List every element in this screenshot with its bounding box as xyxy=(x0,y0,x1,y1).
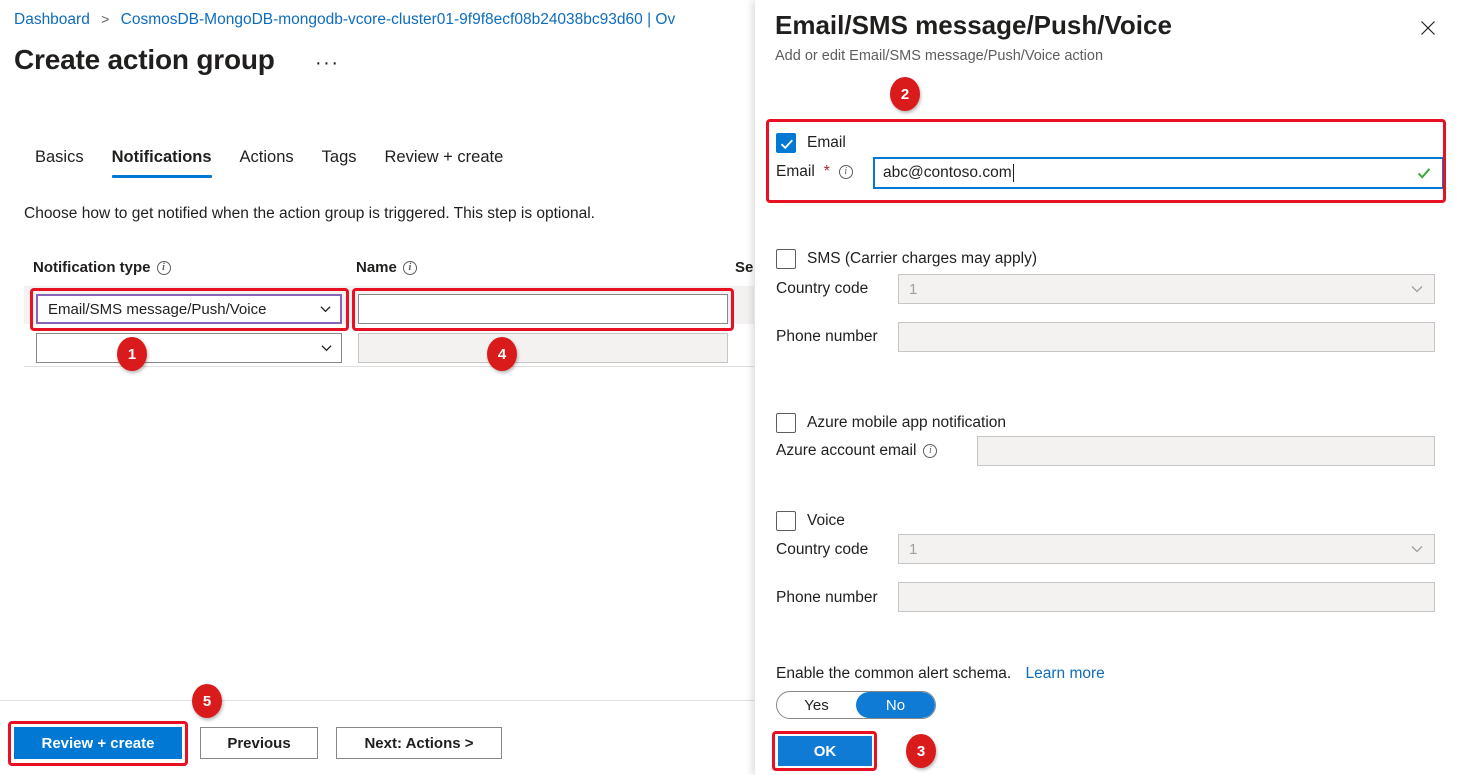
sms-country-code-label: Country code xyxy=(776,280,868,298)
email-checkbox[interactable] xyxy=(776,133,796,153)
sms-checkbox-row[interactable]: SMS (Carrier charges may apply) xyxy=(776,249,1037,269)
notification-type-select-value: Email/SMS message/Push/Voice xyxy=(48,301,266,318)
common-alert-schema-text: Enable the common alert schema. xyxy=(776,665,1011,682)
toggle-option-yes[interactable]: Yes xyxy=(777,692,856,718)
voice-phone-number-label: Phone number xyxy=(776,589,878,607)
column-header-notification-type: Notification type i xyxy=(33,259,171,276)
sms-country-code-value: 1 xyxy=(909,281,917,298)
azure-account-email-input xyxy=(977,436,1435,466)
close-icon[interactable] xyxy=(1413,13,1443,43)
next-actions-button[interactable]: Next: Actions > xyxy=(336,727,502,759)
common-alert-schema-toggle[interactable]: Yes No xyxy=(776,691,936,719)
email-input-value: abc@contoso.com xyxy=(883,164,1012,182)
chevron-down-icon xyxy=(1411,543,1423,555)
sms-checkbox[interactable] xyxy=(776,249,796,269)
voice-checkbox-label: Voice xyxy=(807,512,845,530)
text-caret xyxy=(1013,164,1014,182)
voice-checkbox[interactable] xyxy=(776,511,796,531)
info-icon[interactable]: i xyxy=(157,261,171,275)
ok-button[interactable]: OK xyxy=(778,736,872,766)
tab-actions[interactable]: Actions xyxy=(226,148,308,178)
page-title: Create action group xyxy=(14,44,275,76)
row-divider xyxy=(24,366,754,367)
tab-notifications[interactable]: Notifications xyxy=(98,148,226,178)
previous-button[interactable]: Previous xyxy=(200,727,318,759)
create-action-group-pane: Dashboard > CosmosDB-MongoDB-mongodb-vco… xyxy=(0,0,754,775)
tab-description: Choose how to get notified when the acti… xyxy=(24,205,595,223)
info-icon[interactable]: i xyxy=(923,444,937,458)
tab-tags[interactable]: Tags xyxy=(308,148,371,178)
required-marker: * xyxy=(824,163,830,181)
more-options-icon[interactable]: ··· xyxy=(315,52,339,75)
app-root: Dashboard > CosmosDB-MongoDB-mongodb-vco… xyxy=(0,0,1457,775)
notification-type-select[interactable]: Email/SMS message/Push/Voice xyxy=(36,294,342,324)
breadcrumb-separator-icon: > xyxy=(101,11,109,27)
email-checkbox-label: Email xyxy=(807,134,846,152)
column-header-selected-truncated: Se xyxy=(735,259,753,276)
voice-country-code-select: 1 xyxy=(898,534,1435,564)
voice-phone-number-input xyxy=(898,582,1435,612)
voice-country-code-label: Country code xyxy=(776,541,868,559)
azure-account-email-label-text: Azure account email xyxy=(776,442,916,460)
email-input[interactable]: abc@contoso.com xyxy=(873,157,1444,189)
breadcrumb-item-resource[interactable]: CosmosDB-MongoDB-mongodb-vcore-cluster01… xyxy=(121,11,676,28)
column-header-name-label: Name xyxy=(356,259,397,276)
review-create-button[interactable]: Review + create xyxy=(14,727,182,759)
learn-more-link[interactable]: Learn more xyxy=(1026,665,1105,682)
wizard-tabs: Basics Notifications Actions Tags Review… xyxy=(21,148,517,178)
breadcrumb: Dashboard > CosmosDB-MongoDB-mongodb-vco… xyxy=(14,9,675,30)
email-field-label-text: Email xyxy=(776,163,815,181)
azure-mobile-app-checkbox[interactable] xyxy=(776,413,796,433)
toggle-option-no[interactable]: No xyxy=(856,692,935,718)
chevron-down-icon xyxy=(320,304,331,315)
valid-check-icon xyxy=(1416,165,1432,181)
email-checkbox-row[interactable]: Email xyxy=(776,133,846,153)
sms-phone-number-input xyxy=(898,322,1435,352)
panel-subtitle: Add or edit Email/SMS message/Push/Voice… xyxy=(775,48,1103,64)
chevron-down-icon xyxy=(1411,283,1423,295)
sms-country-code-select: 1 xyxy=(898,274,1435,304)
info-icon[interactable]: i xyxy=(839,165,853,179)
voice-checkbox-row[interactable]: Voice xyxy=(776,511,845,531)
chevron-down-icon xyxy=(321,343,332,354)
breadcrumb-item-dashboard[interactable]: Dashboard xyxy=(14,11,90,28)
mobile-app-checkbox-row[interactable]: Azure mobile app notification xyxy=(776,413,1006,433)
tab-review-create[interactable]: Review + create xyxy=(371,148,518,178)
close-x-glyph xyxy=(1420,20,1436,36)
notification-name-input-row2 xyxy=(358,333,728,363)
sms-phone-number-label: Phone number xyxy=(776,328,878,346)
footer-divider xyxy=(0,700,754,701)
info-icon[interactable]: i xyxy=(403,261,417,275)
common-alert-schema-row: Enable the common alert schema. Learn mo… xyxy=(776,665,1105,683)
email-sms-push-voice-panel: Email/SMS message/Push/Voice Add or edit… xyxy=(755,0,1457,775)
column-header-notification-type-label: Notification type xyxy=(33,259,151,276)
panel-title: Email/SMS message/Push/Voice xyxy=(775,10,1172,41)
voice-country-code-value: 1 xyxy=(909,541,917,558)
tab-basics[interactable]: Basics xyxy=(21,148,98,178)
sms-checkbox-label: SMS (Carrier charges may apply) xyxy=(807,250,1037,268)
column-header-name: Name i xyxy=(356,259,417,276)
email-field-label: Email * i xyxy=(776,163,853,181)
azure-account-email-label: Azure account email i xyxy=(776,442,937,460)
azure-mobile-app-label: Azure mobile app notification xyxy=(807,414,1006,432)
notification-type-select-row2[interactable] xyxy=(36,333,342,363)
check-icon xyxy=(777,134,797,154)
notification-name-input[interactable] xyxy=(358,294,728,324)
